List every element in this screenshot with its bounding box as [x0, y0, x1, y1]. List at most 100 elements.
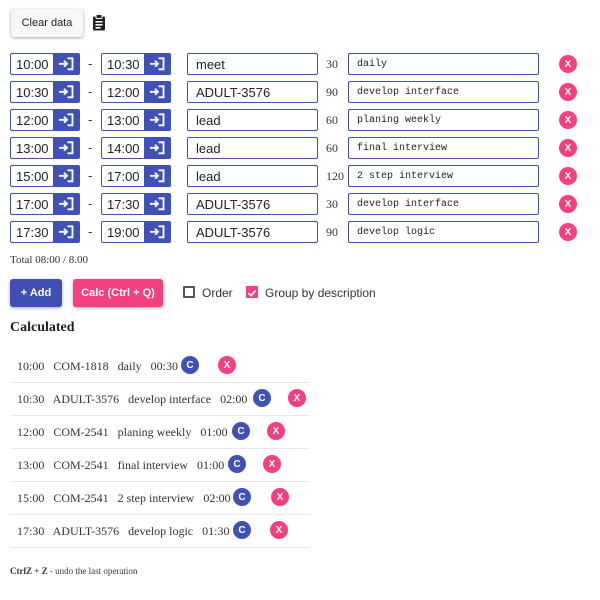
copy-button[interactable]: C	[233, 521, 251, 539]
description-input[interactable]: planing weekly	[348, 109, 539, 131]
login-icon	[59, 141, 74, 155]
calculated-text: 15:00 COM-2541 2 step interview 02:00	[17, 491, 231, 505]
login-icon	[150, 225, 165, 239]
delete-row-button[interactable]: X	[559, 111, 577, 129]
remove-calculated-button[interactable]: X	[271, 488, 289, 506]
duration-minutes: 30	[326, 57, 338, 71]
time-separator: -	[88, 140, 93, 155]
remove-calculated-button[interactable]: X	[288, 389, 306, 407]
time-separator: -	[88, 196, 93, 211]
task-input[interactable]: lead	[187, 137, 318, 159]
duration-minutes: 60	[326, 113, 338, 127]
description-input[interactable]: develop logic	[348, 221, 539, 243]
login-icon	[150, 169, 165, 183]
description-input[interactable]: 2 step interview	[348, 165, 539, 187]
calculated-text: 13:00 COM-2541 final interview 01:00	[17, 458, 225, 472]
start-time-field[interactable]: 13:00	[10, 137, 80, 159]
remove-calculated-button[interactable]: X	[218, 356, 236, 374]
copy-button[interactable]: C	[233, 488, 251, 506]
task-input[interactable]: lead	[187, 109, 318, 131]
delete-row-button[interactable]: X	[559, 195, 577, 213]
time-separator: -	[88, 224, 93, 239]
set-end-button[interactable]	[144, 194, 170, 214]
time-separator: -	[88, 112, 93, 127]
set-start-button[interactable]	[53, 110, 79, 130]
end-time-field[interactable]: 13:00	[101, 109, 171, 131]
order-label: Order	[202, 286, 233, 300]
task-input[interactable]: ADULT-3576	[187, 221, 318, 243]
login-icon	[59, 85, 74, 99]
set-start-button[interactable]	[53, 194, 79, 214]
copy-button[interactable]: C	[228, 455, 246, 473]
delete-row-button[interactable]: X	[559, 55, 577, 73]
set-start-button[interactable]	[53, 222, 79, 242]
set-start-button[interactable]	[53, 166, 79, 186]
end-time-value: 10:30	[107, 57, 140, 72]
end-time-field[interactable]: 17:00	[101, 165, 171, 187]
delete-row-button[interactable]: X	[559, 223, 577, 241]
description-input[interactable]: develop interface	[348, 81, 539, 103]
remove-calculated-button[interactable]: X	[267, 422, 285, 440]
start-time-value: 10:00	[16, 57, 49, 72]
end-time-field[interactable]: 10:30	[101, 53, 171, 75]
start-time-field[interactable]: 10:30	[10, 81, 80, 103]
login-icon	[150, 141, 165, 155]
calculated-item: 15:00 COM-2541 2 step interview 02:00 C X	[10, 482, 310, 515]
clear-data-button[interactable]: Clear data	[11, 9, 83, 37]
group-by-description-checkbox[interactable]	[246, 286, 258, 298]
task-input[interactable]: ADULT-3576	[187, 193, 318, 215]
calculated-item: 12:00 COM-2541 planing weekly 01:00 C X	[10, 416, 310, 449]
start-time-field[interactable]: 17:30	[10, 221, 80, 243]
description-input[interactable]: develop interface	[348, 193, 539, 215]
login-icon	[59, 113, 74, 127]
delete-row-button[interactable]: X	[559, 83, 577, 101]
start-time-field[interactable]: 12:00	[10, 109, 80, 131]
task-input[interactable]: ADULT-3576	[187, 81, 318, 103]
remove-calculated-button[interactable]: X	[263, 455, 281, 473]
set-end-button[interactable]	[144, 54, 170, 74]
order-checkbox[interactable]	[183, 286, 195, 298]
set-end-button[interactable]	[144, 166, 170, 186]
copy-button[interactable]: C	[253, 389, 271, 407]
start-time-field[interactable]: 10:00	[10, 53, 80, 75]
start-time-value: 17:30	[16, 225, 49, 240]
calculated-item: 17:30 ADULT-3576 develop logic 01:30 C X	[10, 515, 310, 548]
set-end-button[interactable]	[144, 138, 170, 158]
set-start-button[interactable]	[53, 138, 79, 158]
end-time-field[interactable]: 12:00	[101, 81, 171, 103]
set-start-button[interactable]	[53, 54, 79, 74]
calculated-text: 12:00 COM-2541 planing weekly 01:00	[17, 425, 228, 439]
delete-row-button[interactable]: X	[559, 139, 577, 157]
add-button[interactable]: + Add	[10, 279, 62, 307]
delete-row-button[interactable]: X	[559, 167, 577, 185]
login-icon	[150, 113, 165, 127]
start-time-field[interactable]: 15:00	[10, 165, 80, 187]
duration-minutes: 90	[326, 85, 338, 99]
remove-calculated-button[interactable]: X	[270, 521, 288, 539]
description-input[interactable]: daily	[348, 53, 539, 75]
set-end-button[interactable]	[144, 222, 170, 242]
end-time-field[interactable]: 14:00	[101, 137, 171, 159]
set-start-button[interactable]	[53, 82, 79, 102]
login-icon	[150, 57, 165, 71]
set-end-button[interactable]	[144, 82, 170, 102]
duration-minutes: 30	[326, 197, 338, 211]
end-time-value: 19:00	[107, 225, 140, 240]
set-end-button[interactable]	[144, 110, 170, 130]
task-input[interactable]: lead	[187, 165, 318, 187]
start-time-value: 12:00	[16, 113, 49, 128]
start-time-value: 10:30	[16, 85, 49, 100]
task-input[interactable]: meet	[187, 53, 318, 75]
end-time-field[interactable]: 19:00	[101, 221, 171, 243]
total-summary: Total 08:00 / 8.00	[10, 254, 89, 266]
copy-button[interactable]: C	[181, 356, 199, 374]
checkmark-icon	[247, 289, 257, 297]
copy-button[interactable]: C	[232, 422, 250, 440]
start-time-field[interactable]: 17:00	[10, 193, 80, 215]
start-time-value: 17:00	[16, 197, 49, 212]
end-time-field[interactable]: 17:30	[101, 193, 171, 215]
clipboard-icon[interactable]	[92, 14, 106, 31]
description-input[interactable]: final interview	[348, 137, 539, 159]
calc-button[interactable]: Calc (Ctrl + Q)	[73, 279, 163, 307]
end-time-value: 14:00	[107, 141, 140, 156]
